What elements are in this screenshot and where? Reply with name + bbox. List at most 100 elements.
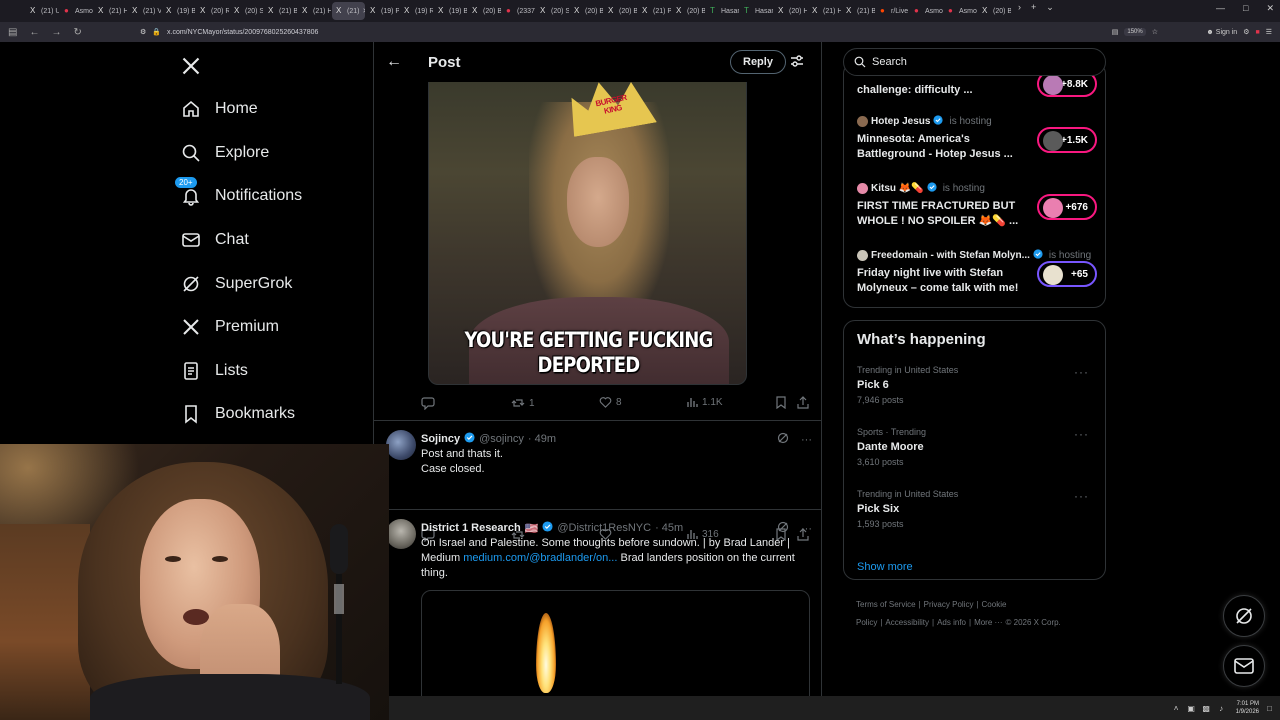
browser-tab[interactable]: X (21) V xyxy=(128,2,161,20)
more-options-icon[interactable]: ··· xyxy=(1074,427,1089,441)
browser-tab[interactable]: X (20) B xyxy=(978,2,1011,20)
extensions-icon[interactable]: ⚙ xyxy=(1243,28,1249,36)
more-options-icon[interactable]: ··· xyxy=(801,523,812,535)
sidebar-item-explore[interactable]: Explore xyxy=(180,139,269,167)
post-media-image[interactable]: BURGER KING YOU'RE GETTING FUCKING DEPOR… xyxy=(428,82,747,385)
site-info-icon[interactable]: ⚙ xyxy=(140,28,146,36)
zoom-level[interactable]: 150% xyxy=(1124,28,1146,36)
share-action[interactable] xyxy=(797,396,809,409)
more-options-icon[interactable]: ··· xyxy=(801,434,812,446)
volume-icon[interactable]: ♪ xyxy=(1217,704,1226,713)
extension-badge-icon[interactable]: ■ xyxy=(1255,29,1259,36)
address-bar[interactable]: ⚙ 🔒 x.com/NYCMayor/status/20097680252604… xyxy=(136,24,1166,40)
reader-view-icon[interactable]: ▤ xyxy=(1112,28,1119,36)
listeners-pill[interactable]: +1.5K xyxy=(1037,127,1097,153)
browser-tab[interactable]: X (21) B xyxy=(842,2,875,20)
browser-tab[interactable]: X (20) R xyxy=(196,2,229,20)
more-options-icon[interactable]: ··· xyxy=(1074,489,1089,503)
browser-tab[interactable]: X (21) H xyxy=(808,2,841,20)
notifications-tray-icon[interactable]: □ xyxy=(1265,704,1274,713)
avatar[interactable] xyxy=(386,519,416,549)
author-name[interactable]: Sojincy xyxy=(421,433,460,445)
sliders-icon[interactable] xyxy=(790,54,804,73)
browser-tab[interactable]: T Hasan xyxy=(706,2,739,20)
live-space-item[interactable]: Freedomain - with Stefan Molyn... is host… xyxy=(857,249,1097,296)
scroll-tabs-icon[interactable]: › xyxy=(1018,2,1021,20)
footer-link[interactable]: More ··· xyxy=(974,618,1002,627)
footer-link[interactable]: Accessibility xyxy=(885,618,929,627)
bookmark-star-icon[interactable]: ☆ xyxy=(1152,28,1158,36)
messages-fab-button[interactable] xyxy=(1223,645,1265,687)
author-handle[interactable]: @sojincy xyxy=(479,433,524,445)
sidebar-toggle-icon[interactable]: ▤ xyxy=(8,27,17,38)
close-window-icon[interactable]: ✕ xyxy=(1266,3,1274,14)
browser-tab[interactable]: X (21) H xyxy=(298,2,331,20)
browser-tab[interactable]: X (20) B xyxy=(604,2,637,20)
trend-item[interactable]: Sports · Trending Dante Moore 3,610 posts ·… xyxy=(857,427,1097,467)
back-nav-icon[interactable]: ← xyxy=(29,27,39,38)
more-options-icon[interactable]: ··· xyxy=(1074,365,1089,379)
trend-item[interactable]: Trending in United States Pick 6 7,946 pos… xyxy=(857,365,1097,405)
minimize-icon[interactable]: — xyxy=(1216,3,1225,14)
sidebar-item-notifications[interactable]: 20+ Notifications xyxy=(174,176,302,210)
repost-action[interactable]: 1 xyxy=(511,396,535,410)
browser-tab[interactable]: ● (2337 xyxy=(502,2,535,20)
reply-action[interactable] xyxy=(421,396,435,410)
reload-icon[interactable]: ↻ xyxy=(73,27,81,38)
x-logo-icon[interactable] xyxy=(181,52,201,83)
medium-link[interactable]: medium.com/@bradlander/on... xyxy=(463,552,617,564)
browser-tab[interactable]: ● Asmo xyxy=(910,2,943,20)
display-icon[interactable]: ▣ xyxy=(1187,704,1196,713)
browser-tab[interactable]: X (21) P xyxy=(638,2,671,20)
live-space-item[interactable]: Kitsu 🦊💊 is hosting FIRST TIME FRACTURED B… xyxy=(857,182,1097,229)
views-action[interactable]: 1.1K xyxy=(686,396,723,408)
listeners-pill[interactable]: +65 xyxy=(1037,261,1097,287)
live-space-item[interactable]: challenge: difficulty ... +8.8K xyxy=(857,71,1097,98)
menu-icon[interactable]: ☰ xyxy=(1266,28,1272,36)
tweet-time[interactable]: · 45m xyxy=(655,522,683,534)
network-icon[interactable]: ▩ xyxy=(1202,704,1211,713)
browser-tab[interactable]: X (20) H xyxy=(774,2,807,20)
browser-tab[interactable]: ● Asmo xyxy=(944,2,977,20)
browser-tab[interactable]: ● Asmo xyxy=(60,2,93,20)
browser-tab[interactable]: X (21)✕ xyxy=(332,2,365,20)
chevron-up-icon[interactable]: ˄ xyxy=(1172,704,1181,713)
browser-tab[interactable]: X (20) B xyxy=(570,2,603,20)
browser-tab[interactable]: X (20) S xyxy=(536,2,569,20)
forward-nav-icon[interactable]: → xyxy=(51,27,61,38)
footer-link[interactable]: Privacy Policy xyxy=(924,600,974,609)
sidebar-item-premium[interactable]: Premium xyxy=(180,313,279,341)
like-action[interactable]: 8 xyxy=(599,396,622,409)
listeners-pill[interactable]: +676 xyxy=(1037,194,1097,220)
browser-tab[interactable]: X (19) P xyxy=(366,2,399,20)
search-input[interactable]: Search xyxy=(843,48,1106,76)
system-clock[interactable]: 7:01 PM 1/9/2026 xyxy=(1236,700,1259,716)
bookmark-action[interactable] xyxy=(775,396,787,409)
tab-list-icon[interactable]: ⌄ xyxy=(1046,2,1054,20)
reply-button[interactable]: Reply xyxy=(730,50,786,74)
browser-tab[interactable]: ● r/Live xyxy=(876,2,909,20)
live-space-item[interactable]: Hotep Jesus is hosting Minnesota: America'… xyxy=(857,115,1097,162)
browser-tab[interactable]: T Hasan xyxy=(740,2,773,20)
author-name[interactable]: District 1 Research xyxy=(421,522,521,534)
sidebar-item-supergrok[interactable]: SuperGrok xyxy=(180,270,292,298)
browser-tab[interactable]: X (21) B xyxy=(264,2,297,20)
sidebar-item-chat[interactable]: Chat xyxy=(180,226,249,254)
footer-link[interactable]: Ads info xyxy=(937,618,966,627)
browser-tab[interactable]: X (20) S xyxy=(230,2,263,20)
browser-tab[interactable]: X (21) U xyxy=(26,2,59,20)
signin-button[interactable]: ☻ Sign in xyxy=(1206,29,1237,36)
avatar[interactable] xyxy=(386,430,416,460)
browser-tab[interactable]: X (20) B xyxy=(468,2,501,20)
tweet-time[interactable]: · 49m xyxy=(528,433,556,445)
browser-tab[interactable]: X (21) H xyxy=(94,2,127,20)
sidebar-item-home[interactable]: Home xyxy=(180,95,258,123)
maximize-icon[interactable]: □ xyxy=(1243,3,1248,14)
show-more-link[interactable]: Show more xyxy=(857,561,913,573)
new-tab-icon[interactable]: + xyxy=(1031,2,1036,20)
sidebar-item-lists[interactable]: Lists xyxy=(180,357,248,385)
grok-fab-button[interactable] xyxy=(1223,595,1265,637)
author-handle[interactable]: @District1ResNYC xyxy=(557,522,651,534)
sidebar-item-bookmarks[interactable]: Bookmarks xyxy=(180,400,295,428)
close-tab-icon[interactable]: ✕ xyxy=(362,7,365,15)
